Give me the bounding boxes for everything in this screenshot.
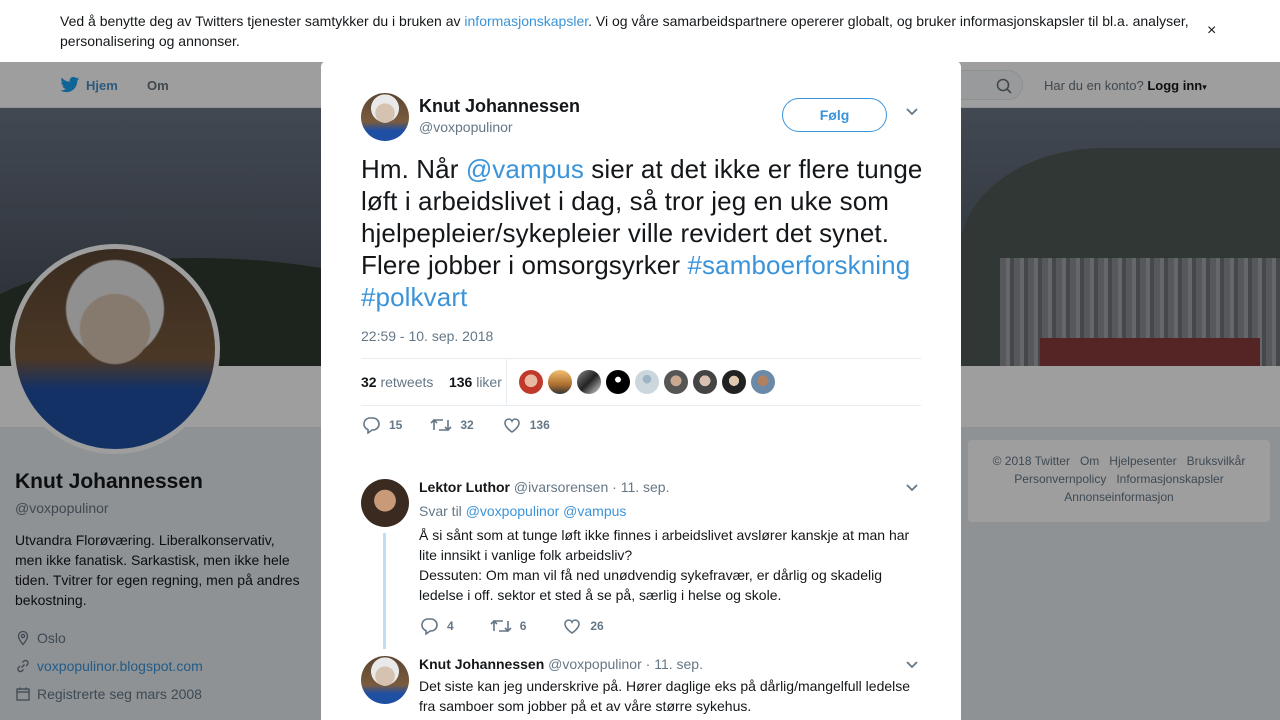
reply-date[interactable]: · 11. sep. — [646, 656, 703, 672]
like-count: 26 — [590, 619, 604, 633]
reply-author-handle[interactable]: @voxpopulinor — [548, 656, 642, 672]
follow-button[interactable]: Følg — [782, 98, 887, 132]
chevron-down-icon[interactable] — [905, 660, 919, 670]
avatar[interactable] — [548, 370, 572, 394]
reply-icon — [421, 618, 438, 635]
avatar[interactable] — [664, 370, 688, 394]
reply-tweet[interactable]: Lektor Luthor @ivarsorensen · 11. sep. S… — [361, 479, 921, 651]
reply-text-line: Å si sånt som at tunge løft ikke finnes … — [419, 527, 910, 563]
reply-author-name[interactable]: Knut Johannessen — [419, 656, 544, 672]
retweet-count: 6 — [519, 619, 527, 633]
page: Hjem Om Har du en konto? Logg inn▾ Knut … — [0, 0, 1280, 720]
avatar[interactable] — [361, 656, 409, 704]
reply-header: Lektor Luthor @ivarsorensen · 11. sep. — [419, 479, 669, 495]
retweets-label[interactable]: retweets — [380, 374, 433, 390]
chevron-down-icon[interactable] — [905, 107, 919, 117]
reply-button[interactable]: 4 — [419, 617, 454, 635]
reply-text: Det siste kan jeg underskrive på. Hører … — [419, 678, 911, 714]
likes-count[interactable]: 136 — [449, 374, 472, 390]
cookie-close-icon[interactable]: × — [1207, 22, 1216, 40]
reply-count: 4 — [447, 619, 454, 633]
retweet-button[interactable]: 32 — [430, 416, 474, 434]
chevron-down-icon[interactable] — [905, 483, 919, 493]
retweets-count[interactable]: 32 — [361, 374, 377, 390]
thread-line — [383, 533, 386, 649]
reply-tweet[interactable]: Knut Johannessen @voxpopulinor · 11. sep… — [361, 656, 921, 720]
avatar[interactable] — [606, 370, 630, 394]
cookie-banner: Ved å benytte deg av Twitters tjenester … — [0, 0, 1280, 62]
liker-avatars — [519, 370, 780, 394]
reply-date[interactable]: · 11. sep. — [612, 479, 669, 495]
tweet-modal: Knut Johannessen @voxpopulinor Følg Hm. … — [321, 61, 961, 720]
reply-to-label: Svar til — [419, 503, 462, 519]
tweet-hashtag[interactable]: #samboerforskning — [687, 250, 910, 280]
tweet-timestamp[interactable]: 22:59 - 10. sep. 2018 — [361, 328, 493, 344]
like-count: 136 — [529, 418, 550, 432]
reply-to: Svar til @voxpopulinor @vampus — [419, 503, 626, 519]
reply-count: 15 — [389, 418, 403, 432]
tweet-text-part: Hm. Når — [361, 154, 466, 184]
avatar[interactable] — [361, 479, 409, 527]
avatar[interactable] — [519, 370, 543, 394]
tweet-author-name[interactable]: Knut Johannessen — [419, 96, 580, 117]
heart-icon — [564, 619, 581, 634]
avatar[interactable] — [635, 370, 659, 394]
retweet-button[interactable]: 6 — [490, 617, 527, 635]
like-button[interactable]: 26 — [562, 617, 604, 635]
avatar[interactable] — [693, 370, 717, 394]
retweet-count: 32 — [460, 418, 474, 432]
avatar[interactable] — [722, 370, 746, 394]
close-icon[interactable]: ✕ — [1236, 12, 1258, 38]
tweet-actions: 15 32 136 — [361, 416, 578, 434]
reply-header: Knut Johannessen @voxpopulinor · 11. sep… — [419, 656, 703, 672]
retweet-icon — [490, 619, 512, 633]
tweet-author-avatar[interactable] — [361, 93, 409, 141]
avatar[interactable] — [751, 370, 775, 394]
reply-text: Å si sånt som at tunge løft ikke finnes … — [419, 525, 919, 605]
tweet-counts: 32 retweets 136 liker — [361, 374, 502, 390]
reply-to-mentions[interactable]: @voxpopulinor @vampus — [466, 503, 627, 519]
tweet-hashtag[interactable]: #polkvart — [361, 282, 467, 312]
tweet-stats: 32 retweets 136 liker — [361, 358, 921, 406]
cookie-text-before: Ved å benytte deg av Twitters tjenester … — [60, 13, 465, 29]
cookie-link[interactable]: informasjonskapsler — [464, 13, 588, 29]
reply-text-line: Dessuten: Om man vil få ned unødvendig s… — [419, 567, 883, 603]
reply-actions: 4 6 26 — [419, 617, 640, 635]
reply-author-handle[interactable]: @ivarsorensen — [514, 479, 608, 495]
likes-label[interactable]: liker — [476, 374, 502, 390]
retweet-icon — [430, 418, 452, 432]
avatar[interactable] — [577, 370, 601, 394]
tweet-author-handle[interactable]: @voxpopulinor — [419, 119, 513, 135]
reply-icon — [363, 417, 380, 434]
heart-icon — [503, 418, 520, 433]
reply-author-name[interactable]: Lektor Luthor — [419, 479, 510, 495]
reply-button[interactable]: 15 — [361, 416, 402, 434]
tweet-text: Hm. Når @vampus sier at det ikke er fler… — [361, 153, 931, 313]
tweet-mention[interactable]: @vampus — [466, 154, 584, 184]
stats-divider — [506, 359, 507, 405]
like-button[interactable]: 136 — [502, 416, 550, 434]
